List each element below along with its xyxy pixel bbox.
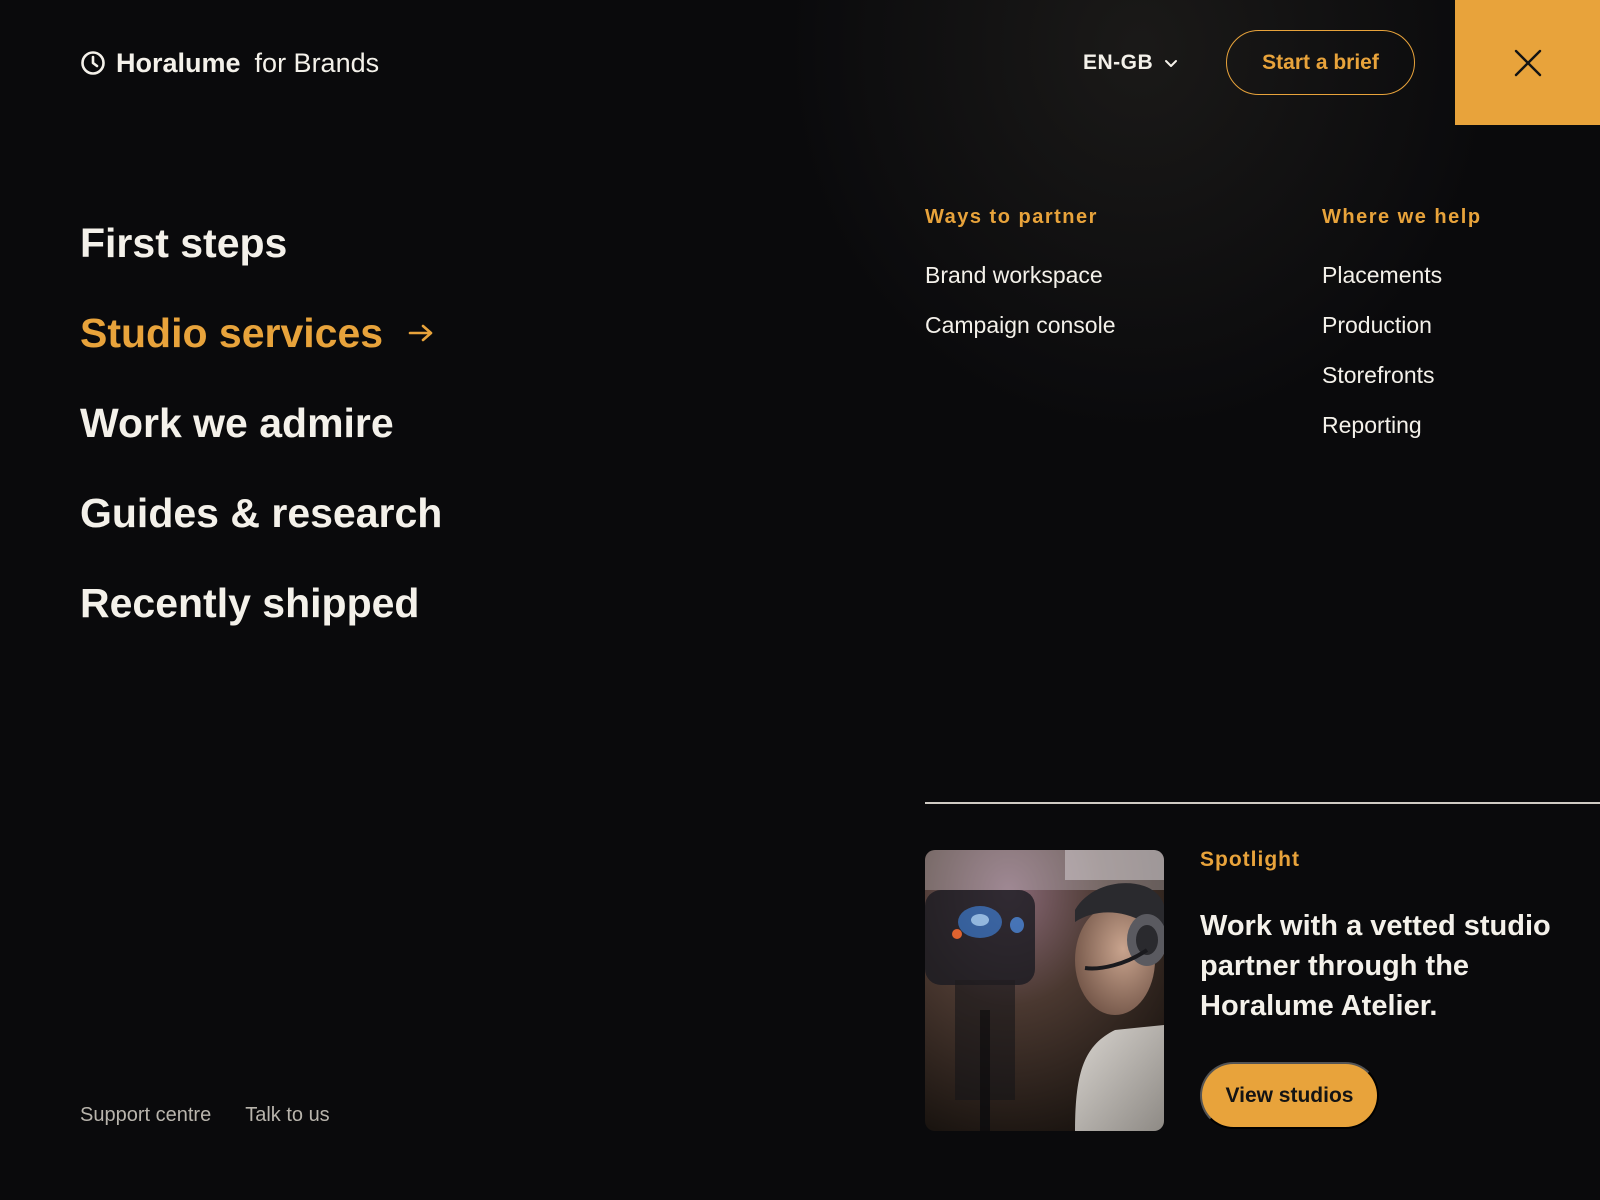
nav-item-label: Guides & research xyxy=(80,489,443,536)
link-storefronts[interactable]: Storefronts xyxy=(1322,362,1482,412)
start-brief-button[interactable]: Start a brief xyxy=(1226,30,1415,95)
view-studios-button[interactable]: View studios xyxy=(1200,1062,1379,1129)
support-centre-link[interactable]: Support centre xyxy=(80,1104,211,1127)
spotlight-text: Work with a vetted studio partner throug… xyxy=(1200,910,1551,1022)
divider xyxy=(925,802,1600,804)
arrow-right-icon xyxy=(407,322,435,344)
clock-icon xyxy=(80,50,106,76)
column-heading: Ways to partner xyxy=(925,206,1098,228)
nav-item-label: Recently shipped xyxy=(80,579,420,626)
link-placements[interactable]: Placements xyxy=(1322,262,1482,312)
brand-name: Horalume xyxy=(116,47,241,78)
column-heading: Where we help xyxy=(1322,206,1482,228)
brand-logo[interactable]: Horalume for Brands xyxy=(80,46,379,80)
link-production[interactable]: Production xyxy=(1322,312,1482,362)
nav-item-work-we-admire[interactable]: Work we admire xyxy=(80,378,442,468)
link-campaign-console[interactable]: Campaign console xyxy=(925,312,1116,362)
nav-item-first-steps[interactable]: First steps xyxy=(80,198,442,288)
nav-item-guides-research[interactable]: Guides & research xyxy=(80,468,442,558)
close-button[interactable] xyxy=(1455,0,1600,125)
close-icon xyxy=(1513,48,1543,78)
chevron-down-icon xyxy=(1163,55,1179,71)
link-brand-workspace[interactable]: Brand workspace xyxy=(925,262,1116,312)
nav-item-recently-shipped[interactable]: Recently shipped xyxy=(80,558,442,648)
primary-nav: First steps Studio services Work we admi… xyxy=(80,198,442,648)
spotlight-label: Spotlight xyxy=(1200,848,1300,871)
spotlight-image[interactable] xyxy=(925,850,1164,1131)
talk-to-us-link[interactable]: Talk to us xyxy=(245,1104,329,1127)
nav-item-label: First steps xyxy=(80,219,288,266)
ways-to-partner-column: Ways to partner Brand workspace Campaign… xyxy=(925,206,1116,362)
nav-item-label: Studio services xyxy=(80,309,384,356)
language-label: EN-GB xyxy=(1083,51,1154,74)
nav-item-label: Work we admire xyxy=(80,399,394,446)
brand-suffix: for Brands xyxy=(254,47,380,78)
footer-links: Support centre Talk to us xyxy=(80,1104,330,1127)
link-reporting[interactable]: Reporting xyxy=(1322,412,1482,462)
nav-item-studio-services[interactable]: Studio services xyxy=(80,288,442,378)
where-we-help-column: Where we help Placements Production Stor… xyxy=(1322,206,1482,462)
language-selector[interactable]: EN-GB xyxy=(1083,46,1179,80)
